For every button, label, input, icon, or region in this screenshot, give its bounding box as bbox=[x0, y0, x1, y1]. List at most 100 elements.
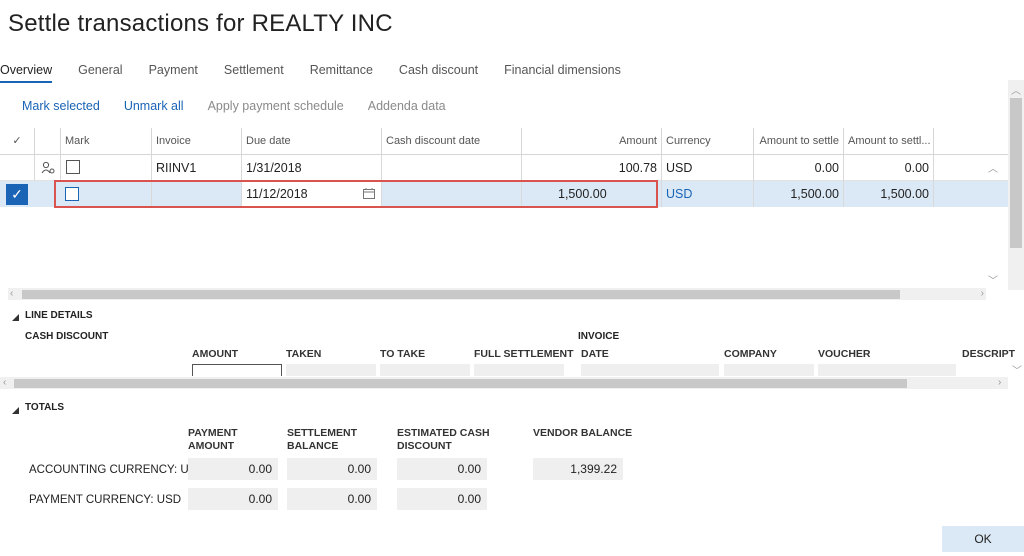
page-scroll-up-icon[interactable]: ︿ bbox=[1011, 82, 1021, 97]
amount-value[interactable]: 1,500.00 bbox=[558, 181, 607, 207]
grid-header: ✓ Mark Invoice Due date Cash discount da… bbox=[0, 128, 1008, 155]
payment-estimated-cash-discount: 0.00 bbox=[397, 488, 487, 510]
column-header-filler bbox=[933, 128, 1008, 154]
totals-title[interactable]: TOTALS bbox=[25, 402, 64, 413]
amount-cell: 100.78 bbox=[521, 155, 661, 181]
due-date-cell[interactable]: 11/12/2018 bbox=[241, 181, 381, 207]
mark-checkbox[interactable] bbox=[66, 160, 80, 174]
column-header-mark[interactable]: Mark bbox=[60, 128, 151, 154]
amount-to-settle-cell: 0.00 bbox=[753, 155, 843, 181]
mark-checkbox[interactable] bbox=[65, 187, 79, 201]
person-link-icon bbox=[34, 155, 60, 181]
ld-amount-input[interactable] bbox=[192, 364, 282, 376]
cash-discount-subtitle: CASH DISCOUNT bbox=[25, 331, 109, 342]
totals-col-estimated-cash-discount-line2: DISCOUNT bbox=[397, 440, 452, 452]
ld-col-taken: TAKEN bbox=[286, 348, 322, 360]
payment-currency-label: PAYMENT CURRENCY: USD bbox=[29, 494, 182, 506]
tab-cash-discount[interactable]: Cash discount bbox=[399, 63, 478, 83]
grid-scroll-up-icon[interactable]: ︿ bbox=[988, 160, 998, 175]
ld-col-voucher: VOUCHER bbox=[818, 348, 871, 360]
ld-col-full-settlement: FULL SETTLEMENT bbox=[474, 348, 574, 360]
accounting-payment-amount: 0.00 bbox=[188, 458, 278, 480]
scroll-right-icon[interactable]: › bbox=[981, 288, 984, 299]
action-bar: Mark selected Unmark all Apply payment s… bbox=[22, 99, 470, 113]
ld-scroll-left-icon[interactable]: ‹ bbox=[3, 377, 6, 388]
column-header-due-date[interactable]: Due date bbox=[241, 128, 381, 154]
apply-payment-schedule-button[interactable]: Apply payment schedule bbox=[208, 99, 344, 113]
ld-company-field bbox=[724, 364, 814, 376]
totals-col-estimated-cash-discount-line1: ESTIMATED CASH bbox=[397, 427, 490, 439]
totals-col-payment-amount: PAYMENT AMOUNT bbox=[188, 427, 238, 453]
cash-discount-date-cell[interactable] bbox=[381, 181, 521, 207]
page-title: Settle transactions for REALTY INC bbox=[8, 10, 393, 37]
column-header-cash-discount-date[interactable]: Cash discount date bbox=[381, 128, 521, 154]
select-all-check-icon[interactable]: ✓ bbox=[0, 128, 34, 154]
line-details-collapse-icon[interactable] bbox=[12, 310, 19, 324]
accounting-estimated-cash-discount: 0.00 bbox=[397, 458, 487, 480]
ld-voucher-field bbox=[818, 364, 956, 376]
due-date-value[interactable]: 11/12/2018 bbox=[246, 187, 308, 201]
amount-to-settle-cell[interactable]: 1,500.00 bbox=[753, 181, 843, 207]
filler-cell bbox=[933, 181, 1008, 207]
line-details-horizontal-scrollbar[interactable]: ‹ › bbox=[0, 377, 1008, 389]
tab-payment[interactable]: Payment bbox=[149, 63, 198, 83]
accounting-settlement-balance: 0.00 bbox=[287, 458, 377, 480]
cash-discount-date-cell bbox=[381, 155, 521, 181]
row-selected-check-icon[interactable]: ✓ bbox=[6, 184, 28, 205]
tab-bar: Overview General Payment Settlement Remi… bbox=[0, 63, 647, 83]
page-scroll-thumb[interactable] bbox=[1010, 98, 1022, 248]
tab-general[interactable]: General bbox=[78, 63, 122, 83]
currency-cell[interactable]: USD bbox=[661, 181, 753, 207]
row-indicator-header bbox=[34, 128, 60, 154]
invoice-subtitle: INVOICE bbox=[578, 331, 620, 342]
totals-col-settlement-balance: SETTLEMENT BALANCE bbox=[287, 427, 357, 453]
scroll-left-icon[interactable]: ‹ bbox=[10, 288, 13, 299]
table-row-selected[interactable]: ✓ 11/12/2018 1,500.00 USD 1,500.00 1,500… bbox=[0, 181, 1008, 207]
amount-to-settle-2-cell[interactable]: 1,500.00 bbox=[843, 181, 933, 207]
unmark-all-button[interactable]: Unmark all bbox=[124, 99, 184, 113]
column-header-invoice[interactable]: Invoice bbox=[151, 128, 241, 154]
scroll-thumb[interactable] bbox=[22, 290, 900, 299]
tab-overview[interactable]: Overview bbox=[0, 63, 53, 83]
ld-scroll-right-icon[interactable]: › bbox=[998, 377, 1001, 388]
page-vertical-scrollbar[interactable]: ︿ bbox=[1008, 80, 1024, 290]
payment-settlement-balance: 0.00 bbox=[287, 488, 377, 510]
totals-col-payment-amount-line1: PAYMENT bbox=[188, 427, 238, 439]
calendar-icon[interactable] bbox=[363, 181, 375, 207]
payment-payment-amount: 0.00 bbox=[188, 488, 278, 510]
invoice-cell: RIINV1 bbox=[151, 155, 241, 181]
currency-cell: USD bbox=[661, 155, 753, 181]
tab-financial-dimensions[interactable]: Financial dimensions bbox=[504, 63, 621, 83]
ld-col-company: COMPANY bbox=[724, 348, 777, 360]
vendor-balance-value: 1,399.22 bbox=[533, 458, 623, 480]
totals-col-estimated-cash-discount: ESTIMATED CASH DISCOUNT bbox=[397, 427, 490, 453]
transactions-grid: ✓ Mark Invoice Due date Cash discount da… bbox=[0, 128, 1008, 300]
totals-col-settlement-balance-line2: BALANCE bbox=[287, 440, 339, 452]
tab-settlement[interactable]: Settlement bbox=[224, 63, 284, 83]
grid-scroll-down-icon[interactable]: ﹀ bbox=[988, 272, 998, 287]
invoice-cell[interactable] bbox=[151, 181, 241, 207]
grid-horizontal-scrollbar[interactable]: ‹ › bbox=[8, 288, 986, 300]
table-row[interactable]: RIINV1 1/31/2018 100.78 USD 0.00 0.00 bbox=[0, 155, 1008, 181]
totals-col-vendor-balance: VENDOR BALANCE bbox=[533, 427, 633, 439]
ld-scroll-thumb[interactable] bbox=[14, 379, 907, 388]
totals-col-payment-amount-line2: AMOUNT bbox=[188, 440, 235, 452]
line-details-clipped-row bbox=[0, 364, 1008, 376]
column-header-amount[interactable]: Amount bbox=[521, 128, 661, 154]
ld-scroll-down-icon[interactable]: ﹀ bbox=[1012, 362, 1022, 377]
column-header-amount-to-settle[interactable]: Amount to settle bbox=[753, 128, 843, 154]
line-details-title[interactable]: LINE DETAILS bbox=[25, 310, 93, 321]
row-select-cell[interactable] bbox=[0, 155, 34, 181]
ok-button[interactable]: OK bbox=[942, 526, 1024, 552]
ld-col-amount: AMOUNT bbox=[192, 348, 239, 360]
column-header-amount-to-settle-2[interactable]: Amount to settl... bbox=[843, 128, 933, 154]
column-header-currency[interactable]: Currency bbox=[661, 128, 753, 154]
mark-selected-button[interactable]: Mark selected bbox=[22, 99, 100, 113]
addenda-data-button[interactable]: Addenda data bbox=[368, 99, 446, 113]
tab-remittance[interactable]: Remittance bbox=[310, 63, 373, 83]
amount-cell[interactable]: 1,500.00 bbox=[521, 181, 661, 207]
mark-cell bbox=[60, 181, 151, 207]
totals-col-settlement-balance-line1: SETTLEMENT bbox=[287, 427, 357, 439]
mark-cell bbox=[60, 155, 151, 181]
totals-collapse-icon[interactable] bbox=[12, 403, 19, 417]
